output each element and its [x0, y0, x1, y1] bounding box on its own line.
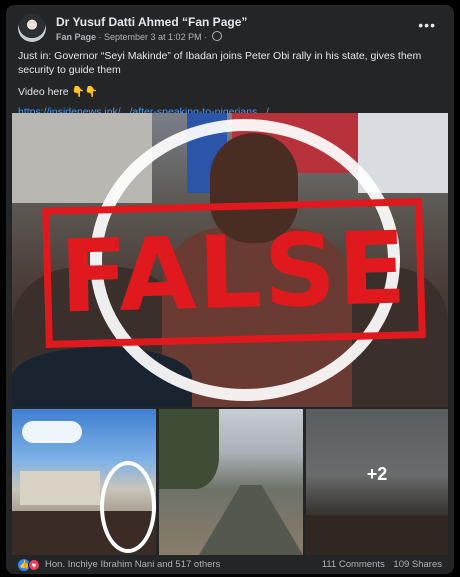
post-meta: Fan Page · September 3 at 1:02 PM ·	[56, 31, 222, 42]
love-reaction-icon[interactable]: ♥	[28, 559, 40, 571]
thumbnail-2[interactable]	[159, 409, 303, 555]
main-photo[interactable]: FALSE	[12, 113, 448, 407]
page-label[interactable]: Fan Page	[56, 32, 96, 42]
author-name[interactable]: Dr Yusuf Datti Ahmed “Fan Page”	[56, 15, 247, 29]
post-video-line: Video here 👇👇	[18, 86, 98, 98]
thumb-building	[20, 471, 100, 505]
globe-icon	[211, 31, 222, 41]
more-options-icon[interactable]: •••	[418, 17, 436, 33]
more-photos-count[interactable]: +2	[306, 464, 448, 485]
post-timestamp[interactable]: September 3 at 1:02 PM	[104, 32, 202, 42]
thumb-tree	[159, 409, 219, 489]
thumbnail-grid: +2	[12, 409, 448, 555]
post-card: Dr Yusuf Datti Ahmed “Fan Page” Fan Page…	[6, 5, 454, 574]
post-footer: 👍 ♥ Hon. Inchiye Ibrahim Nani and 517 ot…	[18, 559, 442, 573]
false-stamp-text: FALSE	[58, 209, 410, 336]
reactions-summary[interactable]: Hon. Inchiye Ibrahim Nani and 517 others	[45, 559, 220, 570]
comments-count[interactable]: 111 Comments	[322, 559, 385, 570]
thumbnail-3[interactable]: +2	[306, 409, 448, 555]
post-header: Dr Yusuf Datti Ahmed “Fan Page” Fan Page…	[18, 14, 444, 46]
thumb-white-ring	[100, 461, 156, 553]
engagement-counts: 111 Comments 109 Shares	[316, 559, 442, 570]
thumbnail-1[interactable]	[12, 409, 156, 555]
thumb-cloud	[22, 421, 82, 443]
meta-separator: ·	[96, 32, 105, 42]
meta-dot: ·	[201, 32, 210, 42]
post-body: Just in: Governor “Seyi Makinde” of Ibad…	[18, 50, 422, 76]
avatar[interactable]	[18, 14, 46, 42]
shares-count[interactable]: 109 Shares	[393, 559, 442, 570]
thumb-road	[199, 485, 303, 555]
